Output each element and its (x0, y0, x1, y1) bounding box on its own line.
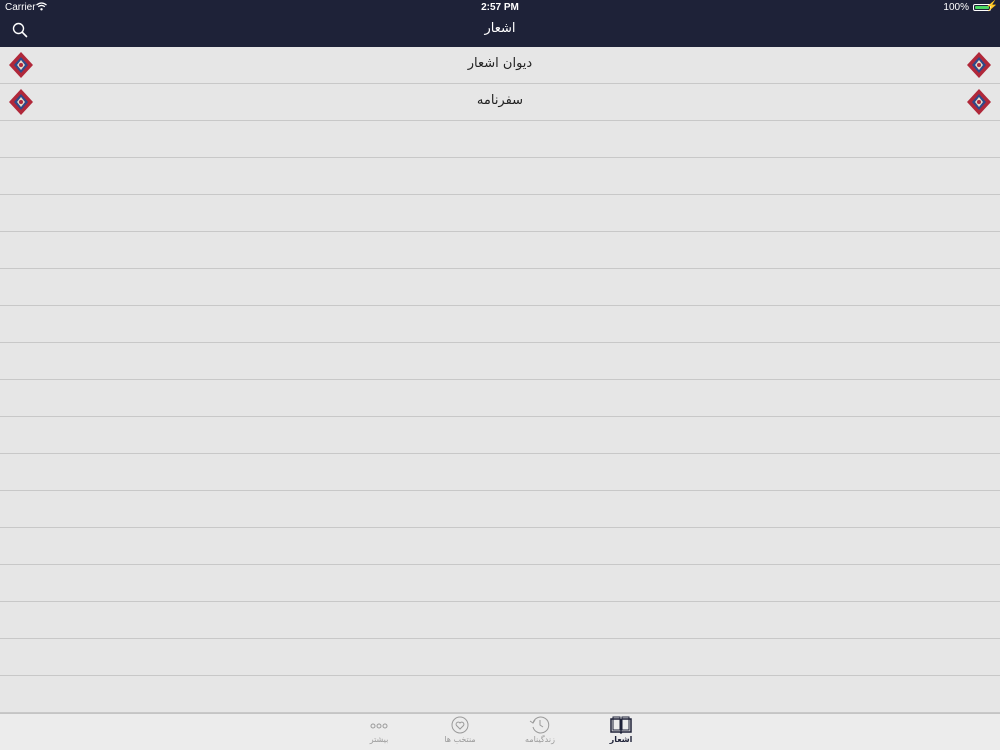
empty-row (0, 639, 1000, 676)
more-icon (370, 723, 388, 729)
list-item-divan[interactable]: دیوان اشعار (0, 47, 1000, 84)
battery-percentage: 100% (943, 2, 969, 13)
page-title: اشعار (484, 21, 516, 36)
tab-label: منتخب ها (444, 735, 476, 744)
search-icon (12, 22, 28, 38)
status-time: 2:57 PM (481, 2, 519, 13)
heart-icon (451, 716, 469, 734)
empty-row (0, 269, 1000, 306)
history-icon (529, 716, 550, 734)
tab-favorites[interactable]: منتخب ها (425, 716, 495, 744)
tab-label: اشعار (609, 735, 633, 744)
tab-label: بیشتر (369, 735, 389, 744)
list-item-label: سفرنامه (476, 93, 524, 108)
charging-icon: ⚡ (985, 1, 998, 12)
empty-row (0, 158, 1000, 195)
empty-row (0, 417, 1000, 454)
empty-row (0, 232, 1000, 269)
tab-bar: بیشتر منتخب ها زندگینامه اشعار (0, 713, 1000, 750)
status-bar: Carrier 2:57 PM 100% ⚡ (0, 0, 1000, 16)
tab-poems[interactable]: اشعار (586, 716, 656, 744)
empty-row (0, 306, 1000, 343)
empty-row (0, 565, 1000, 602)
list-item-safarnameh[interactable]: سفرنامه (0, 84, 1000, 121)
empty-row (0, 343, 1000, 380)
empty-row (0, 676, 1000, 713)
tab-more[interactable]: بیشتر (344, 716, 414, 744)
book-icon (610, 716, 632, 734)
ornament-icon (967, 52, 991, 78)
navigation-bar: Carrier 2:57 PM 100% ⚡ اشعار (0, 0, 1000, 47)
empty-row (0, 195, 1000, 232)
tab-biography[interactable]: زندگینامه (505, 716, 575, 744)
empty-row (0, 602, 1000, 639)
empty-row (0, 491, 1000, 528)
tab-label: زندگینامه (525, 735, 555, 744)
search-button[interactable] (12, 22, 32, 42)
empty-row (0, 121, 1000, 158)
empty-row (0, 454, 1000, 491)
ornament-icon (967, 89, 991, 115)
poetry-list: دیوان اشعار سفرنامه (0, 47, 1000, 713)
empty-row (0, 528, 1000, 565)
list-item-label: دیوان اشعار (467, 56, 533, 71)
empty-row (0, 380, 1000, 417)
